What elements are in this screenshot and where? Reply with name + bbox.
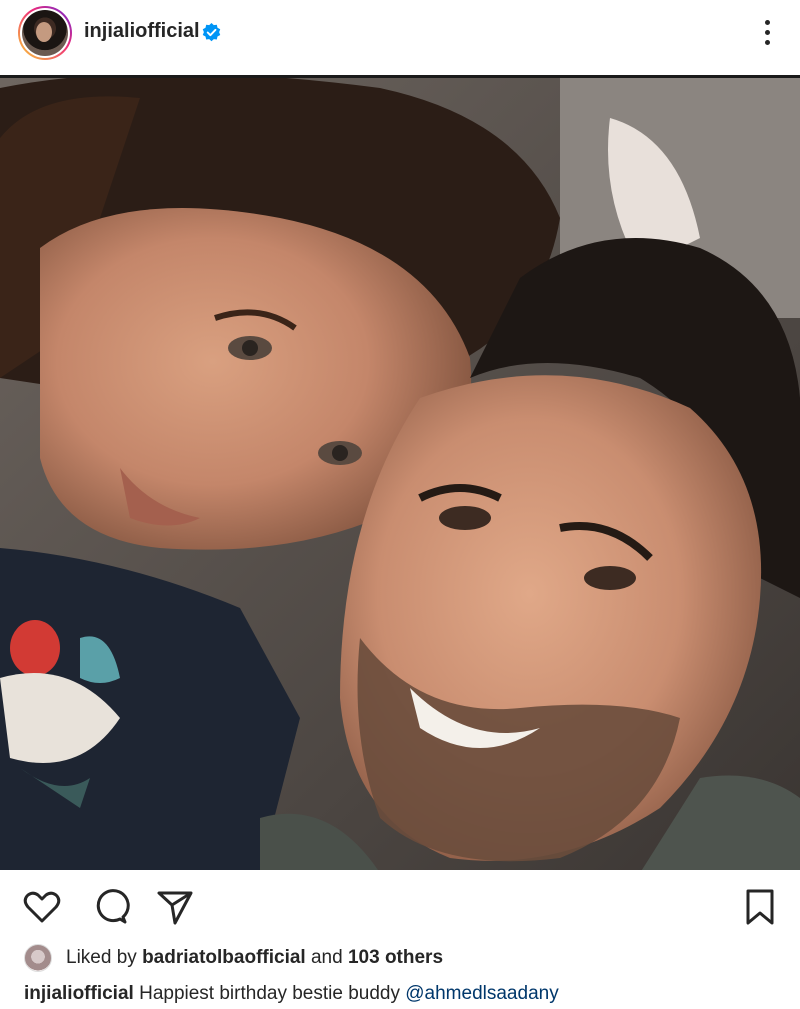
avatar-image (22, 10, 68, 56)
post-caption: injialiofficial Happiest birthday bestie… (24, 983, 559, 1005)
send-icon[interactable] (155, 887, 195, 927)
caption-mention[interactable]: @ahmedlsaadany (405, 983, 558, 1004)
likes-summary[interactable]: Liked by badriatolbaofficial and 103 oth… (24, 944, 784, 972)
heart-icon[interactable] (22, 887, 62, 927)
post-photo[interactable] (0, 75, 800, 870)
post-header: injialiofficial (0, 0, 800, 72)
selfie-image (0, 78, 800, 870)
profile-avatar[interactable] (18, 6, 72, 60)
liker-username[interactable]: badriatolbaofficial (142, 947, 306, 968)
liker-avatar (24, 944, 52, 972)
others-count[interactable]: 103 others (348, 947, 443, 968)
post-username[interactable]: injialiofficial (84, 20, 200, 43)
caption-text: Happiest birthday bestie buddy (139, 983, 400, 1004)
verified-badge-icon (202, 23, 221, 42)
caption-username[interactable]: injialiofficial (24, 983, 134, 1004)
bookmark-icon[interactable] (740, 887, 780, 927)
more-vertical-icon[interactable] (756, 18, 780, 48)
comment-icon[interactable] (90, 887, 130, 927)
post-actions (0, 875, 800, 935)
